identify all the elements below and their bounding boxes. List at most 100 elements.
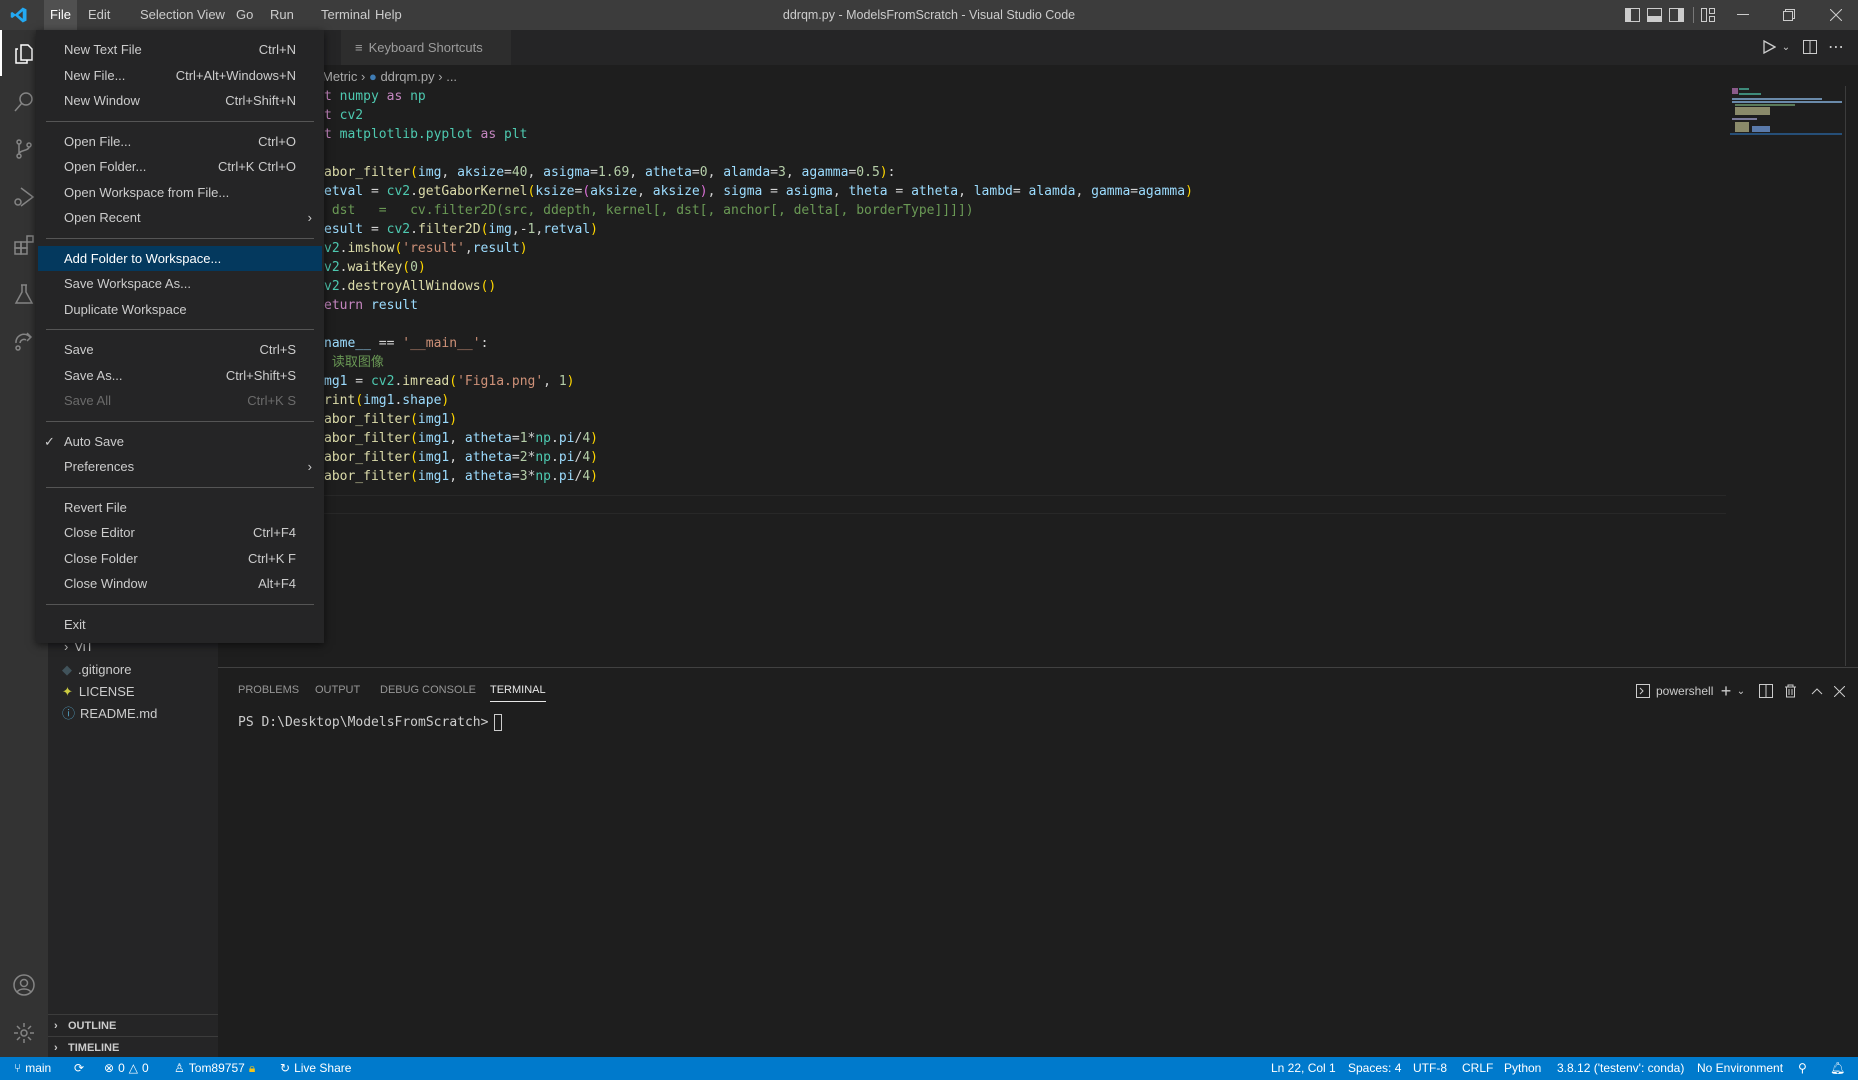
- terminal-output[interactable]: PS D:\Desktop\ModelsFromScratch>: [238, 713, 503, 733]
- line-ending[interactable]: CRLF: [1462, 1057, 1493, 1080]
- breadcrumb-folder[interactable]: Metric: [322, 69, 357, 84]
- run-debug-icon[interactable]: [10, 184, 38, 210]
- customize-layout-icon[interactable]: [1700, 7, 1716, 23]
- menu-item-open-folder[interactable]: Open Folder... Ctrl+K Ctrl+O: [38, 154, 322, 180]
- menu-item-save-workspace-as[interactable]: Save Workspace As...: [38, 271, 322, 297]
- live-share-button[interactable]: ↻ Live Share: [280, 1057, 351, 1080]
- tab-output[interactable]: OUTPUT: [315, 678, 360, 702]
- menu-item-open-recent[interactable]: Open Recent ›: [38, 205, 322, 231]
- code-token: 40: [511, 165, 528, 180]
- menu-item-open-workspace-from-file[interactable]: Open Workspace from File...: [38, 180, 322, 206]
- menu-item-auto-save[interactable]: ✓ Auto Save: [38, 429, 322, 455]
- notifications-bell-icon[interactable]: 🔔︎: [1830, 1057, 1845, 1080]
- run-python-file-icon[interactable]: [1760, 38, 1778, 56]
- close-panel-icon[interactable]: [1831, 683, 1847, 699]
- tree-item-readme[interactable]: ⓘ README.md: [48, 703, 218, 725]
- minimize-icon[interactable]: [1733, 7, 1753, 23]
- menu-file[interactable]: File: [44, 0, 77, 30]
- code-token: (: [410, 431, 418, 446]
- code-token: t: [324, 108, 340, 123]
- timeline-section[interactable]: › TIMELINE: [48, 1036, 218, 1058]
- menu-separator: [36, 480, 324, 495]
- toggle-panel-icon[interactable]: [1646, 7, 1662, 23]
- chevron-down-icon[interactable]: ⌄: [1780, 38, 1792, 56]
- branch-indicator[interactable]: ⑂ main: [14, 1057, 51, 1080]
- outline-section[interactable]: › OUTLINE: [48, 1014, 218, 1036]
- settings-gear-icon[interactable]: [10, 1020, 38, 1046]
- code-token: (: [410, 469, 418, 484]
- restore-icon[interactable]: [1779, 7, 1799, 23]
- breadcrumb-symbol[interactable]: ...: [446, 69, 457, 84]
- menu-item-open-file[interactable]: Open File... Ctrl+O: [38, 129, 322, 155]
- breadcrumb-file[interactable]: ddrqm.py: [380, 69, 434, 84]
- menu-item-new-window[interactable]: New Window Ctrl+Shift+N: [38, 88, 322, 114]
- language-mode[interactable]: Python: [1504, 1057, 1541, 1080]
- menu-view[interactable]: View: [191, 0, 231, 30]
- code-token: t: [324, 127, 340, 142]
- menu-item-save[interactable]: Save Ctrl+S: [38, 337, 322, 363]
- menu-item-preferences[interactable]: Preferences ›: [38, 454, 322, 480]
- code-editor[interactable]: t numpy as np t cv2 t matplotlib.pyplot as…: [324, 87, 1193, 486]
- code-token: abor_filter: [324, 450, 411, 465]
- tab-keyboard-shortcuts[interactable]: ≡ Keyboard Shortcuts: [341, 30, 511, 65]
- git-branch-icon: ⑂: [14, 1061, 22, 1075]
- tree-item-gitignore[interactable]: ◆ .gitignore: [48, 659, 218, 681]
- accounts-icon[interactable]: [10, 972, 38, 998]
- new-terminal-icon[interactable]: +: [1718, 681, 1734, 701]
- indentation[interactable]: Spaces: 4: [1348, 1057, 1401, 1080]
- problems-indicator[interactable]: ⊗ 0 △ 0: [104, 1057, 149, 1080]
- menu-item-revert-file[interactable]: Revert File: [38, 495, 322, 521]
- menu-item-shortcut: Ctrl+Alt+Windows+N: [175, 67, 296, 83]
- close-window-icon[interactable]: [1826, 7, 1846, 23]
- more-actions-icon[interactable]: ⋯: [1826, 38, 1846, 56]
- menu-help[interactable]: Help: [369, 0, 408, 30]
- toggle-primary-sidebar-icon[interactable]: [1624, 7, 1640, 23]
- chevron-down-icon[interactable]: ⌄: [1735, 681, 1747, 701]
- code-token: ): [590, 431, 598, 446]
- explorer-icon[interactable]: [10, 41, 38, 67]
- account-indicator[interactable]: ♙ Tom89757 🔒︎: [174, 1057, 255, 1080]
- python-interpreter[interactable]: 3.8.12 ('testenv': conda): [1557, 1057, 1684, 1080]
- menu-item-duplicate-workspace[interactable]: Duplicate Workspace: [38, 297, 322, 323]
- search-icon[interactable]: [10, 89, 38, 115]
- menu-terminal[interactable]: Terminal: [315, 0, 376, 30]
- encoding[interactable]: UTF-8: [1413, 1057, 1447, 1080]
- menu-run[interactable]: Run: [264, 0, 300, 30]
- menu-go[interactable]: Go: [230, 0, 259, 30]
- code-token: =: [504, 165, 512, 180]
- menu-selection[interactable]: Selection: [134, 0, 199, 30]
- feedback-icon[interactable]: ⚲: [1798, 1057, 1807, 1080]
- menu-edit[interactable]: Edit: [82, 0, 116, 30]
- cursor-position[interactable]: Ln 22, Col 1: [1271, 1057, 1336, 1080]
- split-terminal-icon[interactable]: [1758, 683, 1774, 699]
- menu-item-new-text-file[interactable]: New Text File Ctrl+N: [38, 37, 322, 63]
- sync-icon[interactable]: ⟳: [74, 1057, 84, 1080]
- split-editor-icon[interactable]: [1801, 38, 1819, 56]
- menu-item-close-folder[interactable]: Close Folder Ctrl+K F: [38, 546, 322, 572]
- minimap[interactable]: [1730, 85, 1842, 135]
- menu-item-save-as[interactable]: Save As... Ctrl+Shift+S: [38, 363, 322, 389]
- code-token: ==: [370, 336, 403, 351]
- menu-item-label: Open Recent: [64, 210, 141, 225]
- code-token: abor_filter: [324, 469, 411, 484]
- menu-item-close-editor[interactable]: Close Editor Ctrl+F4: [38, 520, 322, 546]
- tab-debug-console[interactable]: DEBUG CONSOLE: [380, 678, 476, 702]
- tab-problems[interactable]: PROBLEMS: [238, 678, 299, 702]
- environment[interactable]: No Environment: [1697, 1057, 1783, 1080]
- menu-item-new-file[interactable]: New File... Ctrl+Alt+Windows+N: [38, 63, 322, 89]
- tab-terminal[interactable]: TERMINAL: [490, 678, 546, 702]
- extensions-icon[interactable]: [10, 232, 38, 258]
- testing-icon[interactable]: [10, 281, 38, 307]
- terminal-shell-label[interactable]: powershell: [1656, 681, 1713, 701]
- source-control-icon[interactable]: [10, 136, 38, 162]
- trash-icon[interactable]: [1782, 683, 1798, 699]
- editor-scrollbar[interactable]: [1845, 86, 1858, 666]
- remote-explorer-icon[interactable]: [10, 328, 38, 354]
- menu-item-shortcut: Ctrl+K F: [247, 550, 296, 566]
- tree-item-license[interactable]: ✦ LICENSE: [48, 681, 218, 703]
- menu-item-add-folder-to-workspace[interactable]: Add Folder to Workspace...: [38, 245, 322, 271]
- maximize-panel-icon[interactable]: [1809, 683, 1825, 699]
- toggle-secondary-sidebar-icon[interactable]: [1668, 7, 1684, 23]
- menu-item-close-window[interactable]: Close Window Alt+F4: [38, 571, 322, 597]
- menu-item-exit[interactable]: Exit: [38, 612, 322, 638]
